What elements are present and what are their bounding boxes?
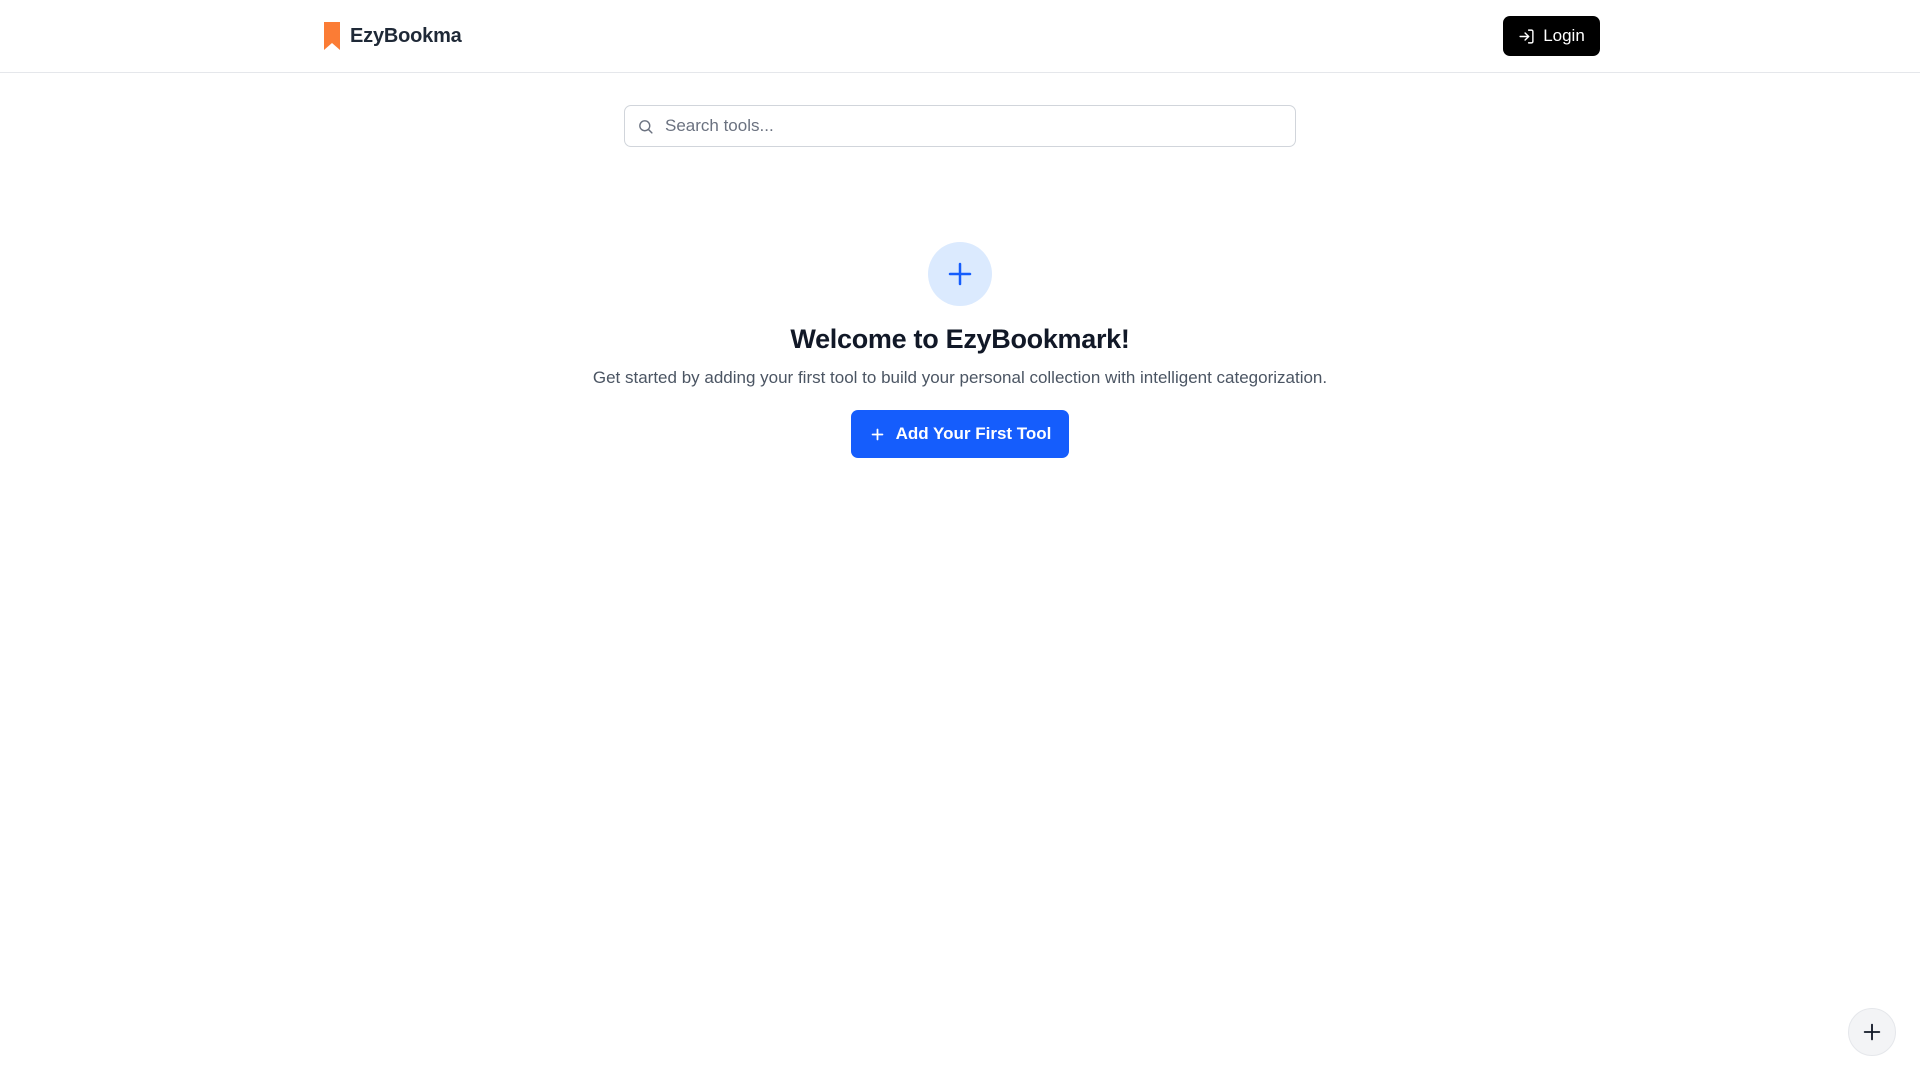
search-input[interactable] xyxy=(625,106,1295,146)
login-arrow-icon xyxy=(1519,28,1534,44)
search-icon xyxy=(639,120,653,134)
bookmark-icon xyxy=(324,22,340,50)
plus-icon xyxy=(948,262,972,286)
add-first-tool-button[interactable]: Add Your First Tool xyxy=(851,410,1069,458)
plus-icon xyxy=(871,428,883,440)
search-bar xyxy=(624,105,1296,147)
login-label: Login xyxy=(1543,26,1585,45)
app-header: EzyBookmark Login xyxy=(0,0,1920,73)
floating-add-button[interactable] xyxy=(1848,1008,1896,1056)
brand-name: EzyBookmark xyxy=(350,24,462,47)
welcome-subtitle: Get started by adding your first tool to… xyxy=(592,368,1328,387)
empty-state: Welcome to EzyBookmark! Get started by a… xyxy=(0,242,1920,458)
brand-logo[interactable]: EzyBookmark xyxy=(322,20,462,52)
add-first-tool-label: Add Your First Tool xyxy=(895,424,1052,443)
login-button[interactable]: Login xyxy=(1503,16,1600,56)
empty-state-icon-circle xyxy=(928,242,992,306)
welcome-title: Welcome to EzyBookmark! xyxy=(790,324,1130,354)
plus-icon xyxy=(1863,1023,1881,1041)
